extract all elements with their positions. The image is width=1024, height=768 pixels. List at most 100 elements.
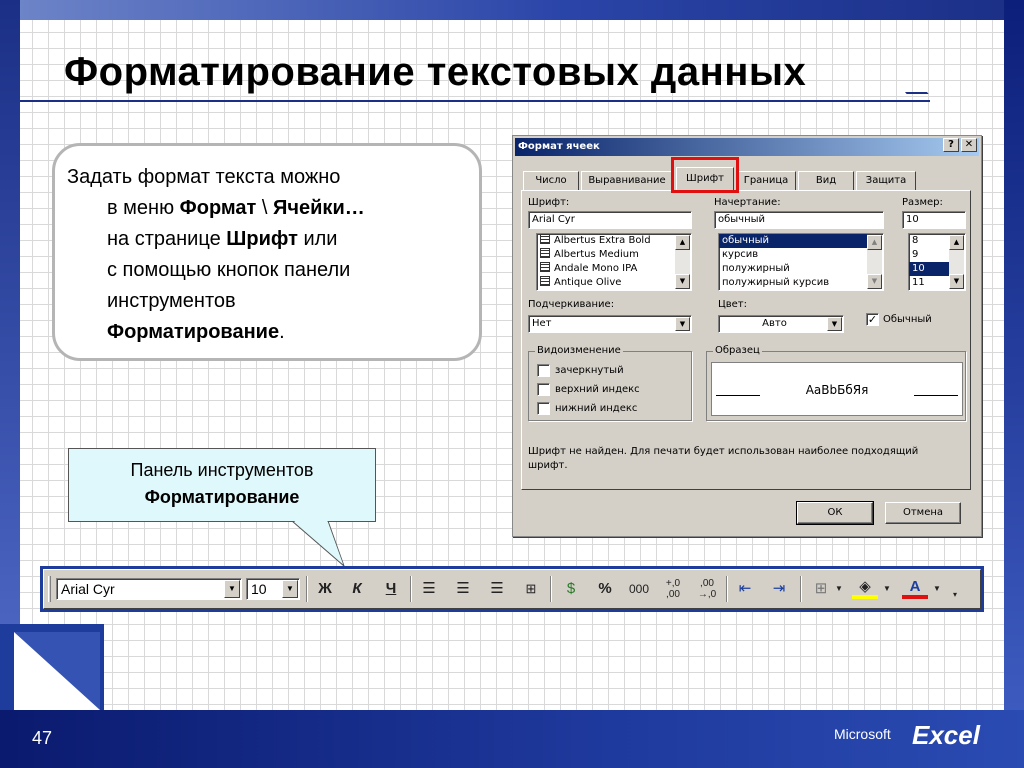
font-color-icon[interactable]: A <box>902 577 928 599</box>
toolbar-callout: Панель инструментов Форматирование <box>68 448 376 522</box>
cancel-button[interactable]: Отмена <box>885 502 961 524</box>
style-list-scrollbar[interactable]: ▲ ▼ <box>867 235 882 289</box>
dropdown-arrow-icon[interactable]: ▼ <box>827 317 842 331</box>
font-style-input[interactable]: обычный <box>714 211 884 229</box>
toolbar-font-select[interactable]: Arial Cyr ▼ <box>56 578 242 600</box>
dialog-title-bar: Формат ячеек <box>515 138 979 156</box>
instruction-line-2: в меню Формат \ Ячейки… <box>67 193 467 224</box>
decrease-decimal-button[interactable]: ,00 →,0 <box>694 577 720 601</box>
tab-border[interactable]: Граница <box>736 171 796 191</box>
instruction-textbox: Задать формат текста можно в меню Формат… <box>52 143 482 361</box>
instruction-line-4: с помощью кнопок панели <box>107 259 351 281</box>
truetype-font-icon <box>540 262 550 272</box>
toolbar-options-icon[interactable]: ▾ <box>948 583 962 607</box>
sample-group: Образец AaBbБбЯя <box>706 345 966 421</box>
size-list-item-selected[interactable]: 10 <box>909 262 949 276</box>
dropdown-arrow-icon[interactable]: ▼ <box>930 577 944 601</box>
font-label: Шрифт: <box>528 197 570 208</box>
instruction-line-5: инструментов <box>107 290 236 312</box>
underline-button[interactable]: Ч <box>378 577 404 601</box>
formatting-toolbar-body: Arial Cyr ▼ 10 ▼ Ж К Ч ☰ ☰ ☰ ⊞ $ % 000 +,0… <box>43 569 981 609</box>
slide-title: Форматирование текстовых данных <box>64 50 807 94</box>
style-list-item[interactable]: полужирный <box>719 262 883 276</box>
effects-group-title: Видоизменение <box>535 345 623 356</box>
currency-format-icon[interactable]: $ <box>558 577 584 601</box>
slide-frame-top <box>0 0 1024 20</box>
normal-font-label: Обычный <box>883 314 932 325</box>
ok-button[interactable]: ОК <box>796 501 874 525</box>
font-size-input[interactable]: 10 <box>902 211 966 229</box>
borders-icon[interactable]: ⊞ <box>808 577 834 601</box>
percent-button[interactable]: % <box>592 577 618 601</box>
toolbar-separator <box>410 576 412 602</box>
scroll-down-icon[interactable]: ▼ <box>949 274 964 289</box>
font-size-list[interactable]: 8 9 10 11 ▲ ▼ <box>908 233 966 291</box>
style-label: Начертание: <box>714 197 781 208</box>
italic-button[interactable]: К <box>344 577 370 601</box>
font-style-list[interactable]: обычный курсив полужирный полужирный кур… <box>718 233 884 291</box>
instruction-text: на странице <box>107 228 227 250</box>
align-center-icon[interactable]: ☰ <box>450 577 476 601</box>
style-list-item-selected[interactable]: обычный <box>719 234 867 248</box>
toolbar-font-value: Arial Cyr <box>61 581 115 597</box>
font-list[interactable]: Albertus Extra Bold Albertus Medium Anda… <box>536 233 692 291</box>
title-underline <box>20 100 930 102</box>
toolbar-separator <box>800 576 802 602</box>
font-tab-panel: Шрифт: Arial Cyr Albertus Extra Bold Alb… <box>521 190 971 490</box>
tab-number[interactable]: Число <box>523 171 579 191</box>
help-button[interactable]: ? <box>943 138 959 152</box>
tab-protection[interactable]: Защита <box>856 171 916 191</box>
font-list-item[interactable]: Andale Mono IPA <box>537 262 691 276</box>
decrease-indent-icon[interactable]: ⇤ <box>732 577 758 601</box>
subscript-checkbox[interactable] <box>537 402 550 415</box>
scroll-down-icon[interactable]: ▼ <box>867 274 882 289</box>
slide-frame-right <box>1004 0 1024 710</box>
dialog-title: Формат ячеек <box>518 141 600 152</box>
tab-alignment[interactable]: Выравнивание <box>581 171 673 191</box>
close-button[interactable]: ✕ <box>961 138 977 152</box>
bold-button[interactable]: Ж <box>312 577 338 601</box>
scroll-up-icon[interactable]: ▲ <box>867 235 882 250</box>
dropdown-arrow-icon[interactable]: ▼ <box>675 317 690 331</box>
sample-text: AaBbБбЯя <box>805 383 869 397</box>
increase-decimal-button[interactable]: +,0 ,00 <box>660 577 686 601</box>
color-select[interactable]: Авто ▼ <box>718 315 844 333</box>
toolbar-grip-icon[interactable] <box>48 576 51 602</box>
dropdown-arrow-icon[interactable]: ▼ <box>880 577 894 601</box>
dropdown-arrow-icon[interactable]: ▼ <box>832 577 846 601</box>
scroll-up-icon[interactable]: ▲ <box>675 235 690 250</box>
style-list-item[interactable]: курсив <box>719 248 883 262</box>
strikethrough-checkbox[interactable] <box>537 364 550 377</box>
fill-color-icon[interactable]: ◈ <box>852 577 878 599</box>
merge-center-icon[interactable]: ⊞ <box>518 577 544 601</box>
brand-company: Microsoft <box>834 726 891 742</box>
superscript-checkbox[interactable] <box>537 383 550 396</box>
underline-select[interactable]: Нет ▼ <box>528 315 692 333</box>
font-list-item[interactable]: Albertus Medium <box>537 248 691 262</box>
scroll-down-icon[interactable]: ▼ <box>675 274 690 289</box>
toolbar-size-select[interactable]: 10 ▼ <box>246 578 300 600</box>
instruction-line-3: на странице Шрифт или <box>67 224 467 255</box>
dropdown-arrow-icon[interactable]: ▼ <box>224 580 240 598</box>
color-label: Цвет: <box>718 299 748 310</box>
sample-preview: AaBbБбЯя <box>711 362 963 416</box>
thousands-separator-button[interactable]: 000 <box>626 577 652 601</box>
font-list-scrollbar[interactable]: ▲ ▼ <box>675 235 690 289</box>
scroll-up-icon[interactable]: ▲ <box>949 235 964 250</box>
style-list-item[interactable]: полужирный курсив <box>719 276 883 290</box>
dropdown-arrow-icon[interactable]: ▼ <box>282 580 298 598</box>
normal-font-checkbox[interactable]: ✓ <box>866 313 879 326</box>
font-name-input[interactable]: Arial Cyr <box>528 211 692 229</box>
align-right-icon[interactable]: ☰ <box>484 577 510 601</box>
size-list-scrollbar[interactable]: ▲ ▼ <box>949 235 964 289</box>
font-list-item[interactable]: Antique Olive <box>537 276 691 290</box>
instruction-text: \ <box>256 197 274 219</box>
tab-view[interactable]: Вид <box>798 171 854 191</box>
font-tab-highlight <box>671 157 739 193</box>
toolbar-size-value: 10 <box>251 581 267 597</box>
font-list-item[interactable]: Albertus Extra Bold <box>537 234 691 248</box>
align-left-icon[interactable]: ☰ <box>416 577 442 601</box>
increase-indent-icon[interactable]: ⇥ <box>766 577 792 601</box>
callout-line-2: Форматирование <box>144 487 300 507</box>
superscript-label: верхний индекс <box>555 384 640 395</box>
